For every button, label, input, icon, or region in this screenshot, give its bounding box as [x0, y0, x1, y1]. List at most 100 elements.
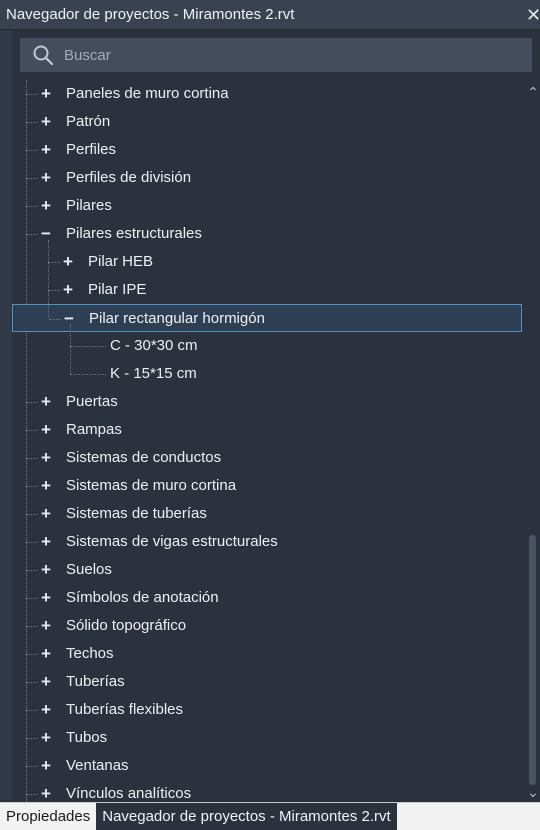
tree-row[interactable]: + Techos	[12, 640, 522, 668]
search-input[interactable]	[64, 41, 532, 69]
tree-guide-line	[48, 240, 49, 318]
tree-row[interactable]: + Perfiles	[12, 136, 522, 164]
expand-icon[interactable]: +	[38, 561, 54, 578]
expand-icon[interactable]: +	[60, 281, 76, 298]
scroll-down-icon[interactable]: ⌄	[526, 784, 540, 800]
close-icon[interactable]: ✕	[526, 4, 540, 26]
tree-item-label: Sistemas de conductos	[66, 449, 222, 466]
tree-row[interactable]: + Puertas	[12, 388, 522, 416]
tree-connector	[48, 290, 60, 291]
expand-icon[interactable]: +	[38, 785, 54, 802]
tree-row[interactable]: + Suelos	[12, 556, 522, 584]
tree-connector	[26, 402, 38, 403]
tree-row[interactable]: + Pilar HEB	[12, 248, 522, 276]
tree-connector	[26, 150, 38, 151]
tree-connector	[70, 346, 106, 347]
title-bar: Navegador de proyectos - Miramontes 2.rv…	[0, 0, 540, 30]
expand-icon[interactable]: +	[38, 197, 54, 214]
expand-icon[interactable]: +	[60, 253, 76, 270]
tree-item-label: Pilares	[66, 197, 112, 214]
tree-item-label: Patrón	[66, 113, 111, 130]
tree-item-label: Pilar rectangular hormigón	[89, 310, 265, 327]
expand-icon[interactable]: +	[38, 533, 54, 550]
tree-row[interactable]: + Ventanas	[12, 752, 522, 780]
expand-icon[interactable]: +	[38, 141, 54, 158]
tree-row-selected[interactable]: − Pilar rectangular hormigón	[12, 304, 522, 332]
tree-connector	[70, 374, 106, 375]
tree-connector	[48, 262, 60, 263]
expand-icon[interactable]: +	[38, 421, 54, 438]
tree-item-label: Paneles de muro cortina	[66, 85, 229, 102]
tree-row[interactable]: + Perfiles de división	[12, 164, 522, 192]
tree-item-label: Ventanas	[66, 757, 129, 774]
tree-row[interactable]: + Pilar IPE	[12, 276, 522, 304]
tree-item-label: C - 30*30 cm	[110, 337, 198, 354]
tree-row[interactable]: + Sistemas de tuberías	[12, 500, 522, 528]
tree-connector	[26, 122, 38, 123]
tree-connector	[26, 766, 38, 767]
tree-row[interactable]: + Tuberías	[12, 668, 522, 696]
expand-icon[interactable]: +	[38, 617, 54, 634]
tree-item-label: Pilar IPE	[88, 281, 147, 298]
tree-connector	[26, 598, 38, 599]
expand-icon[interactable]: +	[38, 113, 54, 130]
tree-connector	[26, 626, 38, 627]
project-browser-tree: + Paneles de muro cortina + Patrón + Perfiles…	[12, 80, 526, 802]
tab-propiedades[interactable]: Propiedades	[0, 803, 96, 830]
expand-icon[interactable]: +	[38, 449, 54, 466]
expand-icon[interactable]: +	[38, 85, 54, 102]
expand-icon[interactable]: +	[38, 757, 54, 774]
tree-connector	[26, 94, 38, 95]
tree-item-label: Techos	[66, 645, 114, 662]
tree-item-label: Perfiles	[66, 141, 117, 158]
tree-row[interactable]: + Sistemas de muro cortina	[12, 472, 522, 500]
tree-item-label: Sistemas de vigas estructurales	[66, 533, 278, 550]
scrollbar-thumb[interactable]	[529, 535, 536, 785]
tree-connector	[26, 794, 38, 795]
expand-icon[interactable]: +	[38, 673, 54, 690]
expand-icon[interactable]: +	[38, 589, 54, 606]
expand-icon[interactable]: +	[38, 701, 54, 718]
search-bar[interactable]	[20, 38, 532, 72]
tree-connector	[26, 430, 38, 431]
collapse-icon[interactable]: −	[61, 310, 77, 327]
tree-row[interactable]: + Pilares	[12, 192, 522, 220]
tree-row[interactable]: − Pilares estructurales	[12, 220, 522, 248]
tree-row[interactable]: + Sistemas de vigas estructurales	[12, 528, 522, 556]
tree-row[interactable]: + Vínculos analíticos	[12, 780, 522, 802]
tree-item-label: K - 15*15 cm	[110, 365, 197, 382]
tree-row[interactable]: + Sólido topográfico	[12, 612, 522, 640]
tree-connector	[26, 486, 38, 487]
expand-icon[interactable]: +	[38, 169, 54, 186]
expand-icon[interactable]: +	[38, 729, 54, 746]
tree-connector	[26, 178, 38, 179]
tree-connector	[49, 319, 61, 320]
scroll-up-icon[interactable]: ⌃	[526, 84, 540, 100]
tree-row[interactable]: + Sistemas de conductos	[12, 444, 522, 472]
tree-guide-line	[70, 324, 71, 374]
tree-row[interactable]: + Símbolos de anotación	[12, 584, 522, 612]
tree-row[interactable]: + Tuberías flexibles	[12, 696, 522, 724]
tree-item-label: Sólido topográfico	[66, 617, 187, 634]
tree-row[interactable]: C - 30*30 cm	[12, 332, 522, 360]
expand-icon[interactable]: +	[38, 393, 54, 410]
tree-row[interactable]: + Patrón	[12, 108, 522, 136]
expand-icon[interactable]: +	[38, 505, 54, 522]
tree-row[interactable]: + Tubos	[12, 724, 522, 752]
tab-navegador-de-proyectos[interactable]: Navegador de proyectos - Miramontes 2.rv…	[96, 803, 397, 830]
tree-row[interactable]: + Rampas	[12, 416, 522, 444]
tree-row[interactable]: K - 15*15 cm	[12, 360, 522, 388]
tree-item-label: Tuberías flexibles	[66, 701, 183, 718]
tree-connector	[26, 234, 38, 235]
tree-item-label: Pilar HEB	[88, 253, 154, 270]
tree-item-label: Vínculos analíticos	[66, 785, 192, 802]
tree-connector	[26, 710, 38, 711]
collapse-icon[interactable]: −	[38, 225, 54, 242]
expand-icon[interactable]: +	[38, 645, 54, 662]
tree-connector	[26, 738, 38, 739]
tree-row[interactable]: + Paneles de muro cortina	[12, 80, 522, 108]
panel-tabs: Propiedades Navegador de proyectos - Mir…	[0, 802, 540, 830]
expand-icon[interactable]: +	[38, 477, 54, 494]
tree-connector	[26, 570, 38, 571]
vertical-scrollbar[interactable]: ⌃ ⌄	[526, 80, 540, 800]
